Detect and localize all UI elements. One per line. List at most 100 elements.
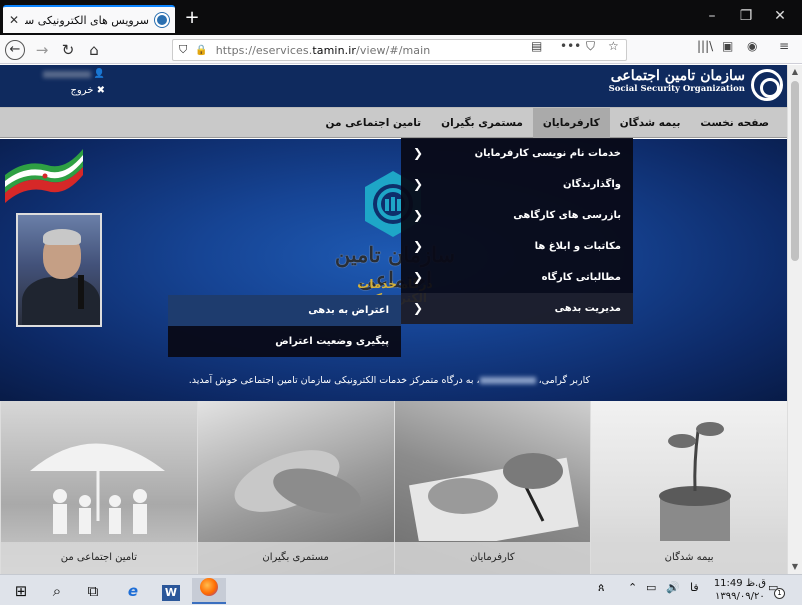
main-menu: صفحه نخست بیمه شدگان کارفرمایان مستمری ب… xyxy=(0,107,787,138)
bookmark-star-icon[interactable]: ☆ xyxy=(608,39,619,53)
submenu-item-objection-status[interactable]: پیگیری وضعیت اعتراض xyxy=(168,326,401,357)
browser-tab-bar: سرویس های الکترونیکی سازمان تا ✕ + – ❐ ✕ xyxy=(0,0,802,35)
chevron-left-icon: ❮ xyxy=(413,177,424,191)
show-hidden-icons-icon[interactable]: ⌃ xyxy=(628,581,637,594)
volume-icon[interactable]: 🔊 xyxy=(666,581,680,594)
dropdown-item-inspections[interactable]: بازرسی های کارگاهی ❮ xyxy=(401,200,633,231)
chevron-left-icon: ❮ xyxy=(413,208,424,222)
search-icon[interactable]: ⌕ xyxy=(40,578,74,604)
url-text: https://eservices.tamin.ir/view/#/main xyxy=(215,43,431,57)
page-scrollbar[interactable]: ▲ ▼ xyxy=(787,65,802,574)
dropdown-item-claims[interactable]: مطالباتی کارگاه ❮ xyxy=(401,262,633,293)
tamin-logo-icon[interactable] xyxy=(751,69,783,101)
dropdown-item-correspondence[interactable]: مکاتبات و ابلاغ ها ❮ xyxy=(401,231,633,262)
reader-view-icon[interactable]: ▤ xyxy=(531,39,542,53)
tile-pensioners[interactable]: مستمری بگیران xyxy=(196,401,394,574)
chevron-left-icon: ❮ xyxy=(413,146,424,160)
plant-coins-image xyxy=(659,422,731,541)
minimize-button[interactable]: – xyxy=(702,8,722,24)
close-window-button[interactable]: ✕ xyxy=(770,8,790,24)
service-tiles: بیمه شدگان کارفرمایان مستمری بگیران تامی… xyxy=(0,401,787,574)
windows-taskbar: ⊞ ⌕ ⧉ e W ጰ ⌃ ▭ 🔊 فا 11:49 ق.ظ ۱۳۹۹/۰۹/۲… xyxy=(0,574,802,605)
portrait-photo xyxy=(16,213,102,327)
library-icon[interactable]: |||\ xyxy=(697,39,713,53)
system-clock[interactable]: 11:49 ق.ظ ۱۳۹۹/۰۹/۲۰ xyxy=(714,577,766,603)
tile-insured[interactable]: بیمه شدگان xyxy=(590,401,787,574)
lock-icon[interactable]: 🔒 xyxy=(195,45,207,56)
menu-hamburger-icon[interactable]: ≡ xyxy=(779,39,789,53)
chevron-left-icon: ❮ xyxy=(413,301,424,315)
dropdown-item-debt-management[interactable]: مدیریت بدهی ❮ xyxy=(401,293,633,324)
tile-employers[interactable]: کارفرمایان xyxy=(393,401,591,574)
submenu-item-debt-objection[interactable]: اعتراض به بدهی xyxy=(168,295,401,326)
internet-explorer-icon[interactable]: e xyxy=(116,578,150,604)
logo-persian-text: سازمان تامین اجتماعی xyxy=(610,68,745,84)
firefox-icon[interactable] xyxy=(192,578,226,604)
url-bar[interactable]: ⛉ 🔒 https://eservices.tamin.ir/view/#/ma… xyxy=(172,39,627,61)
menu-item-pensioners[interactable]: مستمری بگیران xyxy=(431,108,533,138)
notification-count: 1 xyxy=(774,588,785,599)
redacted-user-name xyxy=(43,71,91,78)
user-box: 👤 ✖ خروج xyxy=(35,69,105,96)
umbrella-family-image xyxy=(29,443,165,534)
scroll-thumb[interactable] xyxy=(791,81,799,261)
forward-arrow-icon[interactable]: → xyxy=(32,40,52,60)
task-view-icon[interactable]: ⧉ xyxy=(76,578,110,604)
browser-tab[interactable]: سرویس های الکترونیکی سازمان تا ✕ xyxy=(3,5,175,33)
user-name-row: 👤 xyxy=(35,69,105,79)
redacted-user-name xyxy=(479,377,536,384)
shield-icon[interactable]: ⛉ xyxy=(179,43,187,57)
sidebar-icon[interactable]: ▣ xyxy=(722,39,733,53)
logout-link[interactable]: ✖ خروج xyxy=(35,85,105,96)
network-icon[interactable]: ▭ xyxy=(646,581,656,594)
people-icon[interactable]: ጰ xyxy=(598,581,605,595)
dropdown-item-assignors[interactable]: واگذارندگان ❮ xyxy=(401,169,633,200)
clock-time: 11:49 ق.ظ xyxy=(713,578,766,589)
input-language[interactable]: فا xyxy=(690,581,699,594)
welcome-suffix: ، به درگاه متمرکز خدمات الکترونیکی سازما… xyxy=(188,375,480,386)
menu-item-home[interactable]: صفحه نخست xyxy=(690,108,779,138)
employers-dropdown: خدمات نام نویسی کارفرمایان ❮ واگذارندگان ❮… xyxy=(401,138,633,324)
maximize-button[interactable]: ❐ xyxy=(736,8,756,24)
tile-caption: کارفرمایان xyxy=(394,542,591,574)
tile-caption: مستمری بگیران xyxy=(197,542,394,574)
home-icon[interactable]: ⌂ xyxy=(84,40,104,60)
welcome-message: کاربر گرامی، ، به درگاه متمرکز خدمات الک… xyxy=(188,375,590,386)
tile-caption: بیمه شدگان xyxy=(591,542,787,574)
logo-english-text: Social Security Organization xyxy=(608,84,745,94)
chevron-left-icon: ❮ xyxy=(413,239,424,253)
tab-title: سرویس های الکترونیکی سازمان تا xyxy=(25,13,149,27)
chevron-left-icon: ❮ xyxy=(413,270,424,284)
holding-hands-image xyxy=(234,450,361,514)
user-icon: 👤 xyxy=(93,69,105,79)
hero-banner: سازمان تامین اجتماعی درگاه خدمات الکترون… xyxy=(0,139,787,401)
logout-label: خروج xyxy=(70,85,94,96)
close-tab-icon[interactable]: ✕ xyxy=(9,13,19,27)
site-logo[interactable]: سازمان تامین اجتماعی Social Security Org… xyxy=(609,68,745,94)
account-icon[interactable]: ◉ xyxy=(747,39,757,53)
new-tab-button[interactable]: + xyxy=(182,7,202,28)
clock-date: ۱۳۹۹/۰۹/۲۰ xyxy=(715,591,765,602)
menu-item-insured[interactable]: بیمه شدگان xyxy=(610,108,691,138)
notifications-icon[interactable]: ▭ 1 xyxy=(768,581,785,599)
windows-start-icon[interactable]: ⊞ xyxy=(4,578,38,604)
iran-flag-icon xyxy=(5,149,83,203)
menu-item-employers[interactable]: کارفرمایان xyxy=(532,108,610,138)
site-favicon-icon xyxy=(155,13,169,27)
scroll-up-icon[interactable]: ▲ xyxy=(788,65,802,79)
back-arrow-icon[interactable]: ← xyxy=(5,40,25,60)
welcome-prefix: کاربر گرامی، xyxy=(535,375,590,386)
site-header: سازمان تامین اجتماعی Social Security Org… xyxy=(0,65,787,107)
browser-nav-bar: ← → ↻ ⌂ ⛉ 🔒 https://eservices.tamin.ir/v… xyxy=(0,35,802,64)
dropdown-item-registration[interactable]: خدمات نام نویسی کارفرمایان ❮ xyxy=(401,138,633,169)
tile-my-tamin[interactable]: تامین اجتماعی من xyxy=(0,401,197,574)
page-actions-icon[interactable]: ••• xyxy=(560,39,581,53)
close-icon: ✖ xyxy=(96,85,105,96)
reload-icon[interactable]: ↻ xyxy=(58,40,78,60)
menu-item-my-tamin[interactable]: تامین اجتماعی من xyxy=(316,108,432,138)
scroll-down-icon[interactable]: ▼ xyxy=(788,560,802,574)
word-icon[interactable]: W xyxy=(154,578,188,604)
pocket-icon[interactable]: ⛉ xyxy=(586,39,595,54)
signing-hands-image xyxy=(409,453,579,555)
debt-management-submenu: اعتراض به بدهی پیگیری وضعیت اعتراض xyxy=(168,295,401,357)
